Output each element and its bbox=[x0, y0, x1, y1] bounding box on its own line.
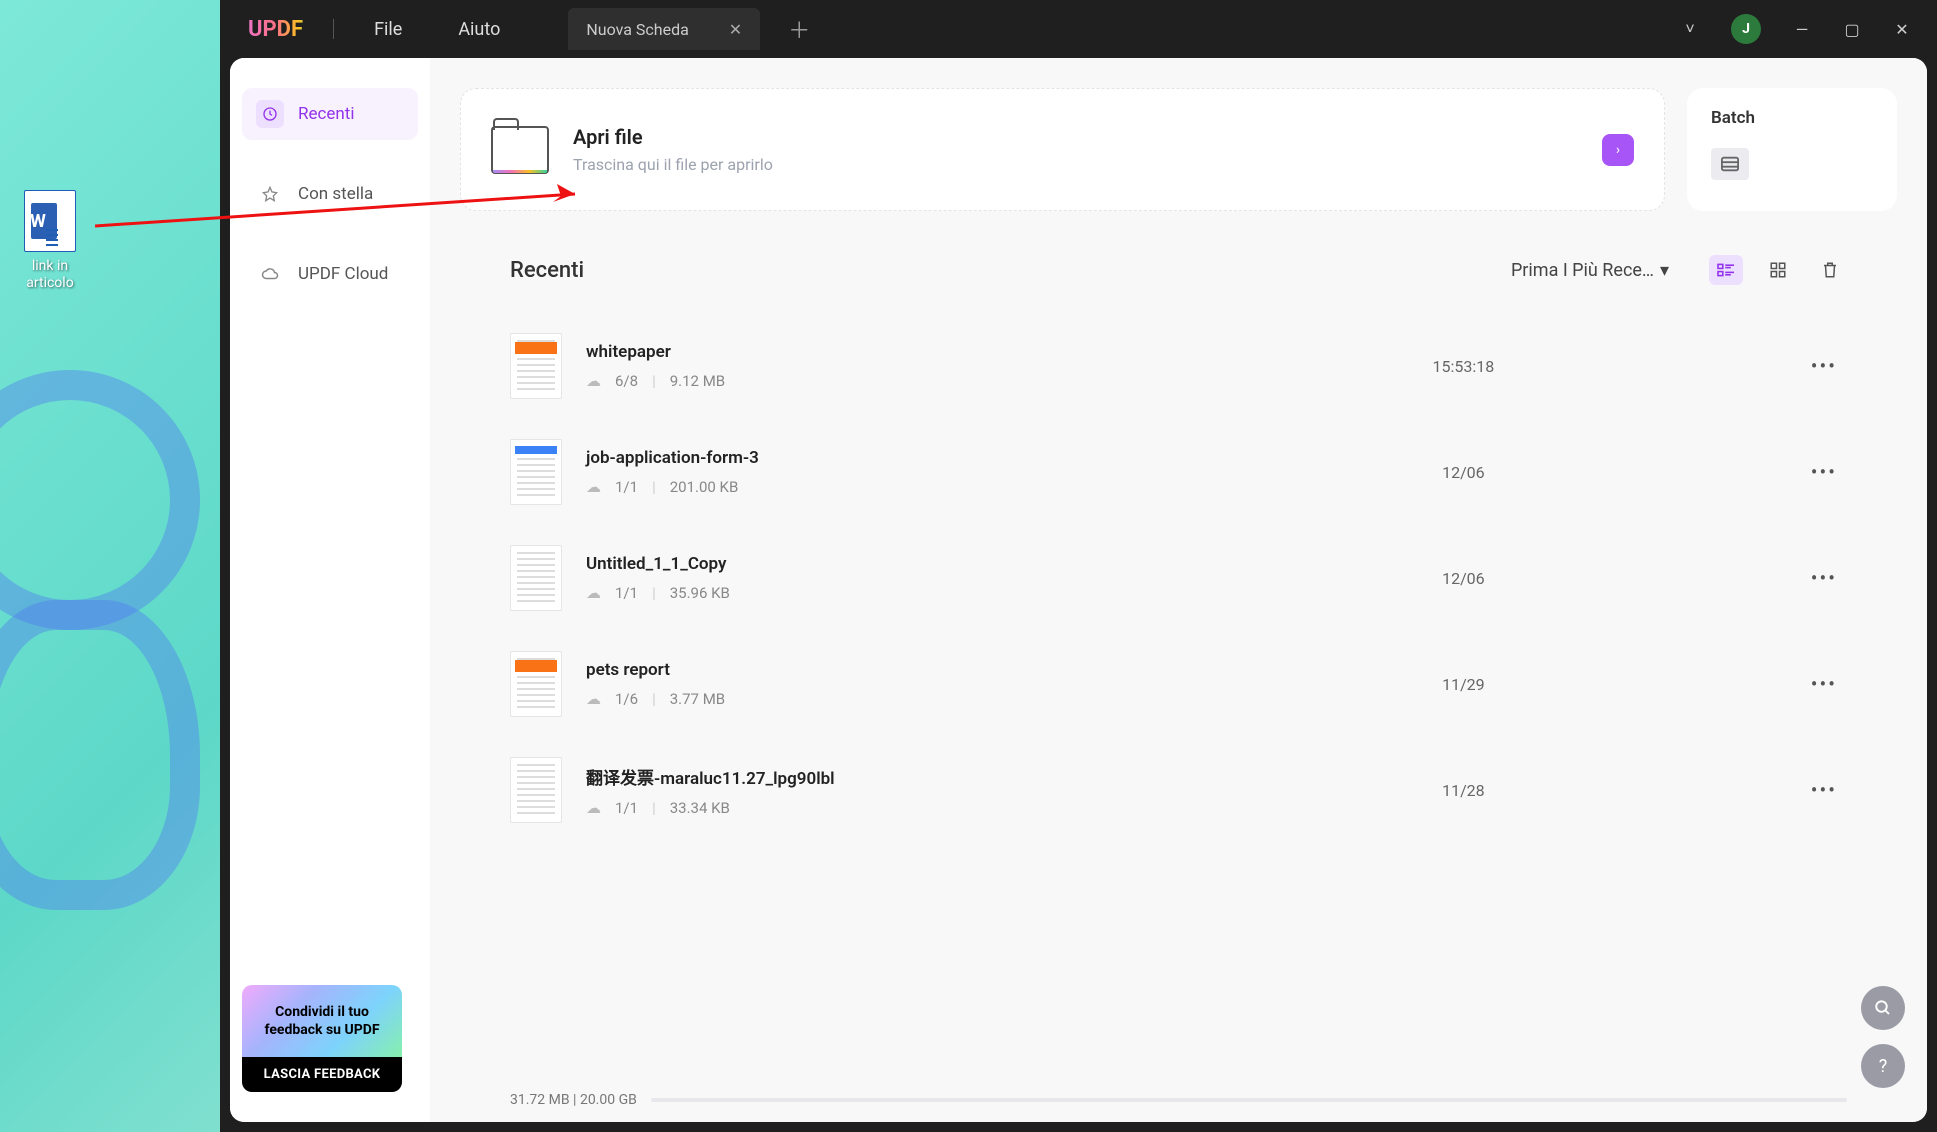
sort-label: Prima I Più Rece… bbox=[1511, 260, 1654, 281]
help-button[interactable]: ? bbox=[1861, 1044, 1905, 1088]
cloud-mini-icon: ☁ bbox=[586, 478, 601, 496]
file-date: 15:53:18 bbox=[1126, 357, 1801, 376]
storage-bar bbox=[651, 1098, 1847, 1102]
more-icon[interactable]: ••• bbox=[1801, 354, 1847, 378]
thumbnail bbox=[510, 545, 562, 611]
sidebar-label: Con stella bbox=[298, 184, 373, 204]
main-panel: Apri file Trascina qui il file per aprir… bbox=[430, 58, 1927, 1122]
sidebar-item-starred[interactable]: Con stella bbox=[242, 168, 418, 220]
file-date: 11/29 bbox=[1126, 675, 1801, 694]
pages: 6/8 bbox=[615, 372, 638, 390]
file-name: 翻译发票-maraluc11.27_lpg90lbl bbox=[586, 764, 1126, 789]
file-date: 12/06 bbox=[1126, 463, 1801, 482]
menu-file[interactable]: File bbox=[346, 19, 430, 40]
more-icon[interactable]: ••• bbox=[1801, 566, 1847, 590]
thumbnail bbox=[510, 651, 562, 717]
desktop-file-icon[interactable]: W link in articolo bbox=[10, 190, 90, 292]
word-letter: W bbox=[30, 211, 46, 232]
file-name: whitepaper bbox=[586, 342, 1126, 362]
file-name: pets report bbox=[586, 660, 1126, 680]
sidebar-item-recent[interactable]: Recenti bbox=[242, 88, 418, 140]
feedback-text: Condividi il tuo feedback su UPDF bbox=[242, 985, 402, 1057]
pages: 1/6 bbox=[615, 690, 638, 708]
file-name: Untitled_1_1_Copy bbox=[586, 554, 1126, 574]
batch-title: Batch bbox=[1711, 108, 1873, 128]
batch-card[interactable]: Batch bbox=[1687, 88, 1897, 211]
sidebar: Recenti Con stella UPDF Cloud Condividi … bbox=[230, 58, 430, 1122]
storage-text: 31.72 MB | 20.00 GB bbox=[510, 1092, 637, 1108]
cloud-mini-icon: ☁ bbox=[586, 690, 601, 708]
tab-new[interactable]: Nuova Scheda ✕ bbox=[568, 8, 760, 50]
feedback-card[interactable]: Condividi il tuo feedback su UPDF LASCIA… bbox=[242, 985, 402, 1092]
sidebar-item-cloud[interactable]: UPDF Cloud bbox=[242, 248, 418, 300]
grid-view-button[interactable] bbox=[1761, 255, 1795, 285]
sort-dropdown[interactable]: Prima I Più Rece… ▾ bbox=[1511, 260, 1669, 281]
file-date: 11/28 bbox=[1126, 781, 1801, 800]
file-name: job-application-form-3 bbox=[586, 448, 1126, 468]
list-view-button[interactable] bbox=[1709, 255, 1743, 285]
open-file-title: Apri file bbox=[573, 125, 773, 149]
feedback-button[interactable]: LASCIA FEEDBACK bbox=[242, 1057, 402, 1092]
chevron-down-icon[interactable]: ˅ bbox=[1665, 9, 1715, 49]
file-date: 12/06 bbox=[1126, 569, 1801, 588]
size: 33.34 KB bbox=[670, 799, 730, 817]
cloud-mini-icon: ☁ bbox=[586, 799, 601, 817]
batch-icon bbox=[1711, 148, 1749, 180]
cloud-icon bbox=[256, 260, 284, 288]
divider bbox=[333, 19, 334, 39]
open-file-subtitle: Trascina qui il file per aprirlo bbox=[573, 155, 773, 174]
size: 3.77 MB bbox=[670, 690, 725, 708]
window-close-button[interactable]: ✕ bbox=[1877, 9, 1927, 49]
pages: 1/1 bbox=[615, 584, 638, 602]
more-icon[interactable]: ••• bbox=[1801, 778, 1847, 802]
list-item[interactable]: Untitled_1_1_Copy ☁ 1/1 | 35.96 KB 12/06… bbox=[510, 525, 1847, 631]
file-meta: ☁ 1/1 | 201.00 KB bbox=[586, 478, 1126, 496]
file-meta: ☁ 1/1 | 33.34 KB bbox=[586, 799, 1126, 817]
thumbnail bbox=[510, 757, 562, 823]
chevron-right-icon[interactable]: › bbox=[1602, 134, 1634, 166]
list-item[interactable]: whitepaper ☁ 6/8 | 9.12 MB 15:53:18 ••• bbox=[510, 313, 1847, 419]
sidebar-label: UPDF Cloud bbox=[298, 264, 388, 284]
desktop-icon-label: link in articolo bbox=[10, 258, 90, 292]
clock-icon bbox=[256, 100, 284, 128]
storage-indicator: 31.72 MB | 20.00 GB bbox=[430, 1086, 1927, 1122]
trash-button[interactable] bbox=[1813, 255, 1847, 285]
list-item[interactable]: 翻译发票-maraluc11.27_lpg90lbl ☁ 1/1 | 33.34… bbox=[510, 737, 1847, 843]
pages: 1/1 bbox=[615, 478, 638, 496]
tab-label: Nuova Scheda bbox=[586, 20, 688, 39]
file-meta: ☁ 6/8 | 9.12 MB bbox=[586, 372, 1126, 390]
minimize-button[interactable]: — bbox=[1777, 9, 1827, 49]
cloud-mini-icon: ☁ bbox=[586, 584, 601, 602]
sidebar-label: Recenti bbox=[298, 104, 355, 124]
size: 9.12 MB bbox=[670, 372, 725, 390]
list-item[interactable]: pets report ☁ 1/6 | 3.77 MB 11/29 ••• bbox=[510, 631, 1847, 737]
size: 201.00 KB bbox=[670, 478, 739, 496]
user-avatar[interactable]: J bbox=[1731, 14, 1761, 44]
recent-list[interactable]: whitepaper ☁ 6/8 | 9.12 MB 15:53:18 ••• … bbox=[510, 313, 1847, 1086]
cloud-mini-icon: ☁ bbox=[586, 372, 601, 390]
word-doc-icon: W bbox=[24, 190, 76, 252]
recent-heading: Recenti bbox=[510, 258, 584, 283]
close-icon[interactable]: ✕ bbox=[729, 20, 742, 39]
size: 35.96 KB bbox=[670, 584, 730, 602]
file-meta: ☁ 1/6 | 3.77 MB bbox=[586, 690, 1126, 708]
folder-icon bbox=[491, 126, 549, 174]
app-logo: UPDF bbox=[230, 17, 321, 42]
titlebar: UPDF File Aiuto Nuova Scheda ✕ ＋ ˅ J — ▢… bbox=[220, 0, 1937, 58]
list-item[interactable]: job-application-form-3 ☁ 1/1 | 201.00 KB… bbox=[510, 419, 1847, 525]
more-icon[interactable]: ••• bbox=[1801, 460, 1847, 484]
app-window: UPDF File Aiuto Nuova Scheda ✕ ＋ ˅ J — ▢… bbox=[220, 0, 1937, 1132]
open-file-dropzone[interactable]: Apri file Trascina qui il file per aprir… bbox=[460, 88, 1665, 211]
caret-down-icon: ▾ bbox=[1660, 260, 1669, 281]
more-icon[interactable]: ••• bbox=[1801, 672, 1847, 696]
file-meta: ☁ 1/1 | 35.96 KB bbox=[586, 584, 1126, 602]
tab-add-button[interactable]: ＋ bbox=[778, 13, 820, 45]
thumbnail bbox=[510, 439, 562, 505]
pages: 1/1 bbox=[615, 799, 638, 817]
search-button[interactable] bbox=[1861, 986, 1905, 1030]
menu-help[interactable]: Aiuto bbox=[430, 19, 528, 40]
maximize-button[interactable]: ▢ bbox=[1827, 9, 1877, 49]
thumbnail bbox=[510, 333, 562, 399]
star-icon bbox=[256, 180, 284, 208]
